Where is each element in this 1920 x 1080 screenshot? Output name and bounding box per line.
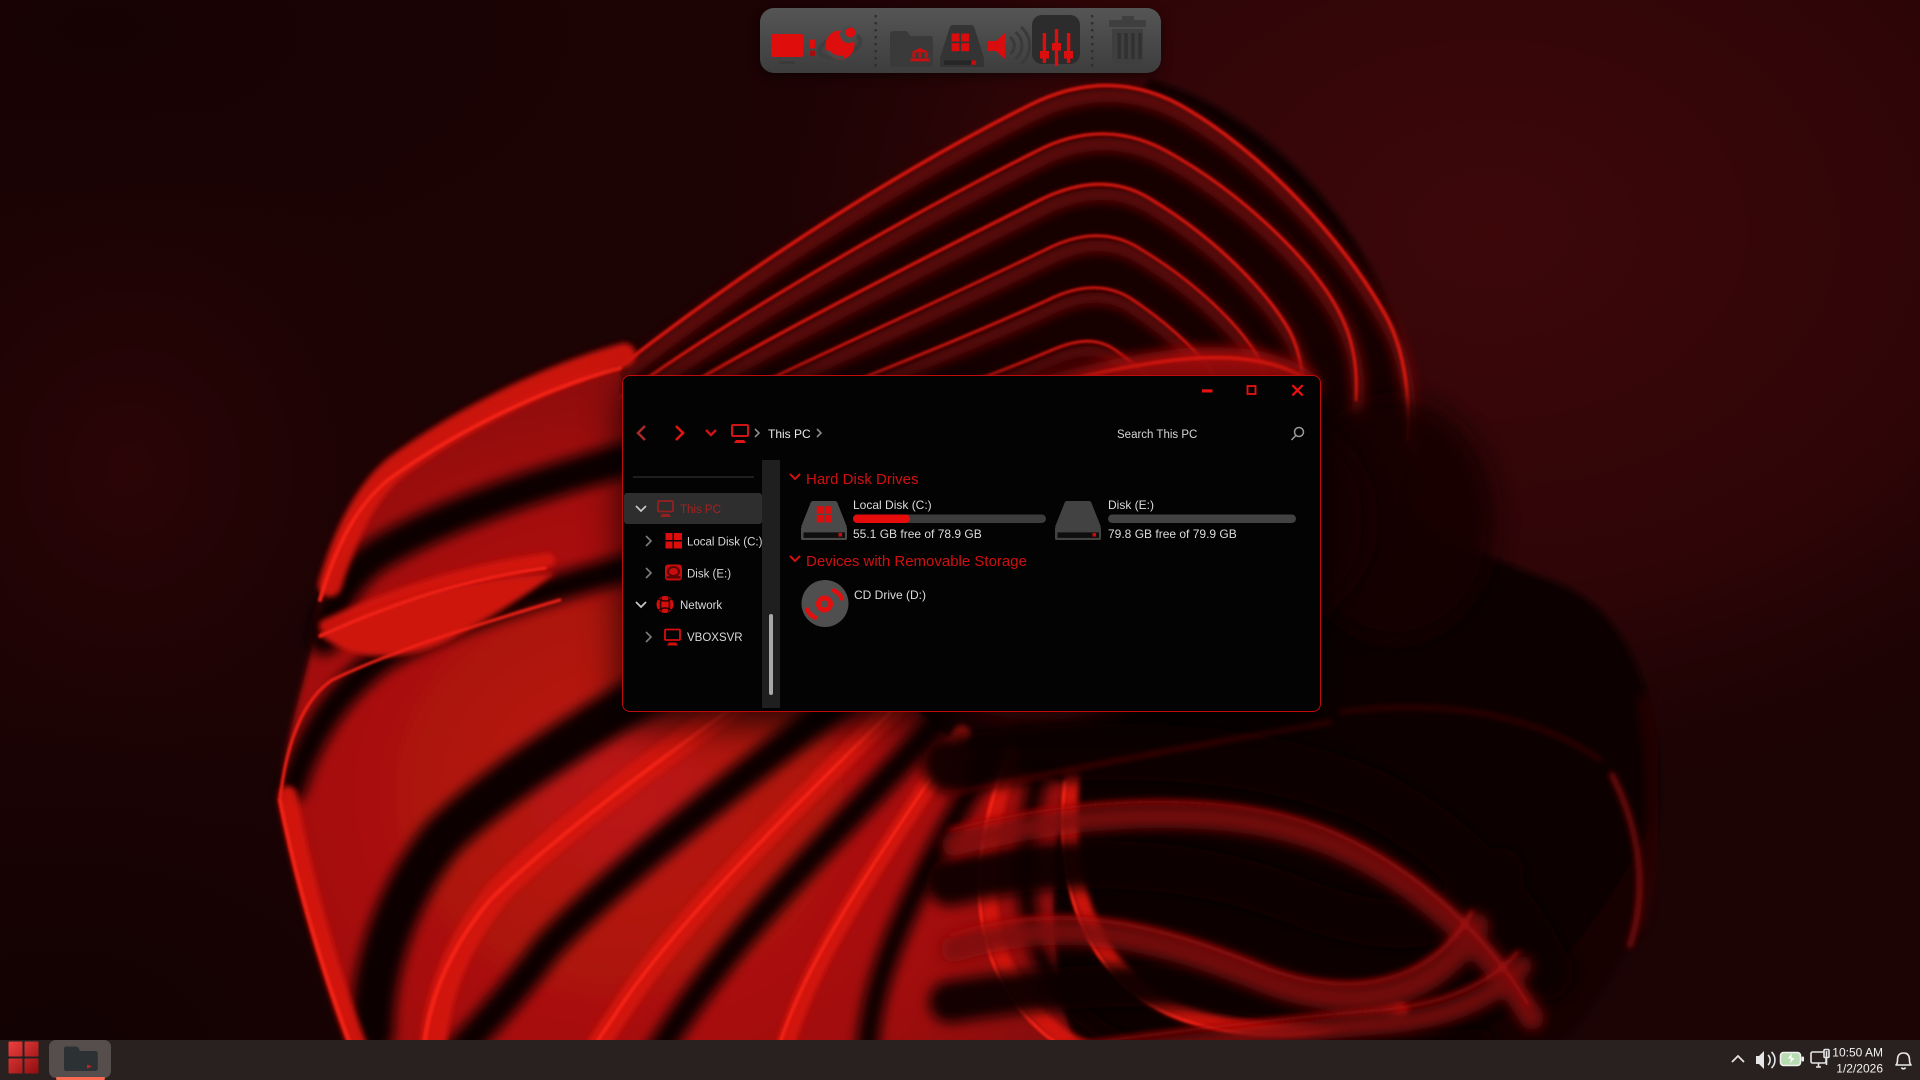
svg-text:CD Drive (D:): CD Drive (D:) (854, 588, 926, 602)
svg-text:55.1 GB free of 78.9 GB: 55.1 GB free of 78.9 GB (853, 527, 982, 541)
svg-text:This PC: This PC (768, 427, 811, 441)
svg-text:Hard Disk Drives: Hard Disk Drives (806, 471, 919, 488)
svg-text:Local Disk (C:): Local Disk (C:) (687, 537, 763, 549)
svg-text:Search This PC: Search This PC (1117, 429, 1197, 441)
svg-text:This PC: This PC (680, 504, 721, 516)
svg-text:Devices with Removable Storage: Devices with Removable Storage (806, 553, 1027, 570)
svg-text:Network: Network (680, 600, 722, 612)
svg-text:79.8 GB free of 79.9 GB: 79.8 GB free of 79.9 GB (1108, 527, 1237, 541)
svg-text:Local Disk (C:): Local Disk (C:) (853, 498, 932, 512)
svg-text:VBOXSVR: VBOXSVR (687, 632, 743, 644)
svg-text:1/2/2026: 1/2/2026 (1836, 1062, 1883, 1076)
svg-text:10:50 AM: 10:50 AM (1832, 1046, 1883, 1060)
svg-text:Disk (E:): Disk (E:) (1108, 498, 1154, 512)
svg-text:Disk (E:): Disk (E:) (687, 569, 731, 581)
